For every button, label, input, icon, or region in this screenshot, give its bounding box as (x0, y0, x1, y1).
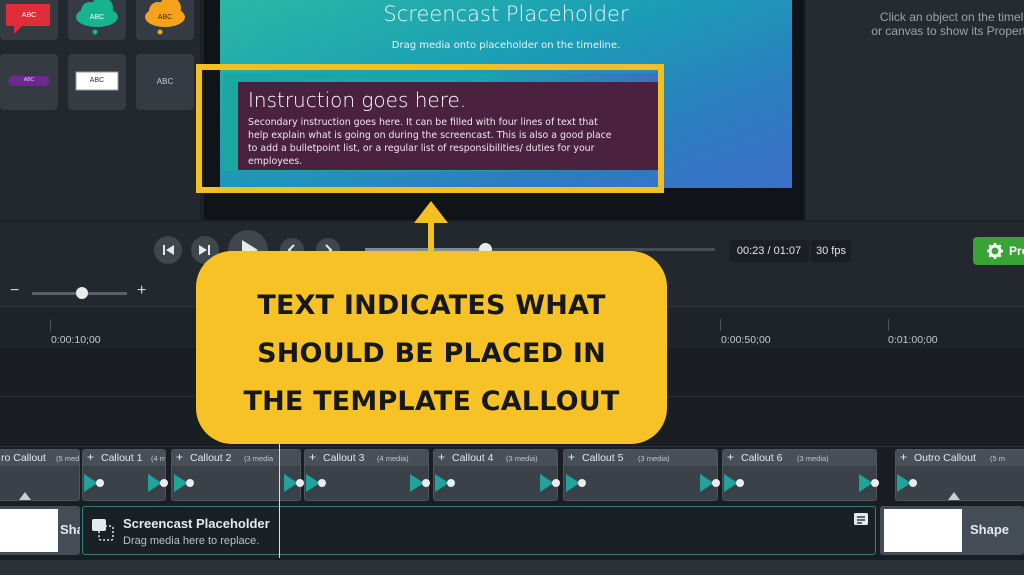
tutorial-callout-text: TEXT INDICATES WHAT SHOULD BE PLACED IN … (196, 282, 667, 426)
shape-thumbnail (0, 509, 58, 552)
highlight-box (196, 64, 664, 193)
placeholder-clip-title: Screencast Placeholder (123, 516, 270, 531)
gear-icon (987, 243, 1003, 259)
callout-line-1: TEXT INDICATES WHAT (257, 290, 606, 321)
ruler-label: 0:00:10;00 (51, 334, 101, 346)
step-back-button[interactable] (154, 236, 182, 264)
callout-tile-purple[interactable]: ABC (0, 54, 58, 110)
properties-empty-message: Click an object on the timeli or canvas … (816, 10, 1024, 38)
callout-tile-cloud-teal[interactable]: ABC (68, 0, 126, 40)
ruler-tick (720, 319, 721, 331)
zoom-out-button[interactable]: − (10, 282, 19, 300)
placeholder-icon (92, 519, 114, 541)
track-divider (0, 446, 1024, 447)
clip-name: Callout 6 (741, 452, 783, 464)
timeline-clip-shape-left[interactable]: Sha (0, 506, 80, 555)
speech-bubble-icon (6, 4, 50, 34)
ruler-label: 0:00:50;00 (721, 334, 771, 346)
callout-line-3: THE TEMPLATE CALLOUT (243, 386, 620, 417)
clip-media-count: (3 media) (506, 454, 538, 463)
clip-name: Callout 3 (323, 452, 365, 464)
shape-label: Sha (60, 522, 80, 537)
clip-name: Callout 1 (101, 452, 143, 464)
expand-plus-icon[interactable]: + (309, 450, 316, 464)
callout-tile-white[interactable]: ABC (68, 54, 126, 110)
properties-message-line1: Click an object on the timeli (879, 10, 1024, 24)
clip-transition-markers (84, 474, 917, 492)
callout-tile-red[interactable]: ABC (0, 0, 58, 40)
clip-media-count: (4 media) (377, 454, 409, 463)
clip-media-count: (5 med (56, 454, 80, 463)
properties-message-line2: or canvas to show its Propert (871, 24, 1024, 38)
callout-line-2: SHOULD BE PLACED IN (257, 338, 606, 369)
tutorial-callout: TEXT INDICATES WHAT SHOULD BE PLACED IN … (196, 251, 667, 444)
tile-label: ABC (21, 12, 37, 19)
ruler-label: 0:01:00;00 (888, 334, 938, 346)
shape-label: Shape (970, 522, 1010, 537)
expand-plus-icon[interactable]: + (727, 450, 734, 464)
ruler-tick (50, 319, 51, 331)
zoom-slider[interactable] (32, 287, 127, 299)
notes-icon[interactable] (853, 512, 869, 528)
clip-media-count: (4 m (151, 454, 166, 463)
shape-thumbnail (884, 509, 962, 552)
clip-media-count: (3 media) (797, 454, 829, 463)
expand-plus-icon[interactable]: + (176, 450, 183, 464)
screencast-placeholder-title: Screencast Placeholder (383, 2, 629, 26)
tile-label: ABC (157, 14, 173, 21)
properties-panel: Click an object on the timeli or canvas … (806, 0, 1024, 220)
clip-name: Outro Callout (914, 452, 976, 464)
clip-name: Callout 4 (452, 452, 494, 464)
placeholder-clip-subtitle: Drag media here to replace. (123, 535, 260, 547)
clip-media-count: (5 m (990, 454, 1005, 463)
zoom-in-button[interactable]: + (137, 282, 146, 300)
expand-plus-icon[interactable]: + (900, 450, 907, 464)
step-back-icon (163, 245, 174, 255)
tile-label: ABC (89, 77, 105, 84)
produce-label: Pro (1009, 244, 1024, 258)
fps-readout: 30 fps (811, 240, 851, 262)
produce-button[interactable]: Pro (973, 237, 1024, 265)
screencast-placeholder-clip[interactable]: Screencast Placeholder Drag media here t… (82, 506, 876, 555)
clip-name: Callout 2 (190, 452, 232, 464)
annotations-panel: ABC ABC ABC ABC ABC ABC (0, 0, 200, 220)
time-readout: 00:23 / 01:07 (729, 240, 809, 262)
timeline-clip-shape-right[interactable]: Shape (880, 506, 1024, 555)
tile-label: ABC (23, 77, 35, 83)
clip-name: ro Callout (1, 452, 46, 464)
transition-arrow-icon (84, 474, 911, 492)
clip-media-count: (3 media) (638, 454, 670, 463)
clip-media-count: (3 media (244, 454, 274, 463)
zoom-handle[interactable] (76, 287, 89, 299)
expand-plus-icon[interactable]: + (87, 450, 94, 464)
clip-name: Callout 5 (582, 452, 624, 464)
callout-tile-text[interactable]: ABC (136, 54, 194, 110)
expand-plus-icon[interactable]: + (438, 450, 445, 464)
screencast-placeholder-subtitle: Drag media onto placeholder on the timel… (391, 40, 621, 51)
ruler-tick (888, 319, 889, 331)
keyframe-dot-icon (96, 479, 917, 487)
callout-tile-cloud-orange[interactable]: ABC (136, 0, 194, 40)
tile-label: ABC (156, 77, 174, 86)
timeline-scroll-area[interactable] (0, 560, 1024, 575)
tile-label: ABC (89, 14, 105, 21)
expand-plus-icon[interactable]: + (568, 450, 575, 464)
